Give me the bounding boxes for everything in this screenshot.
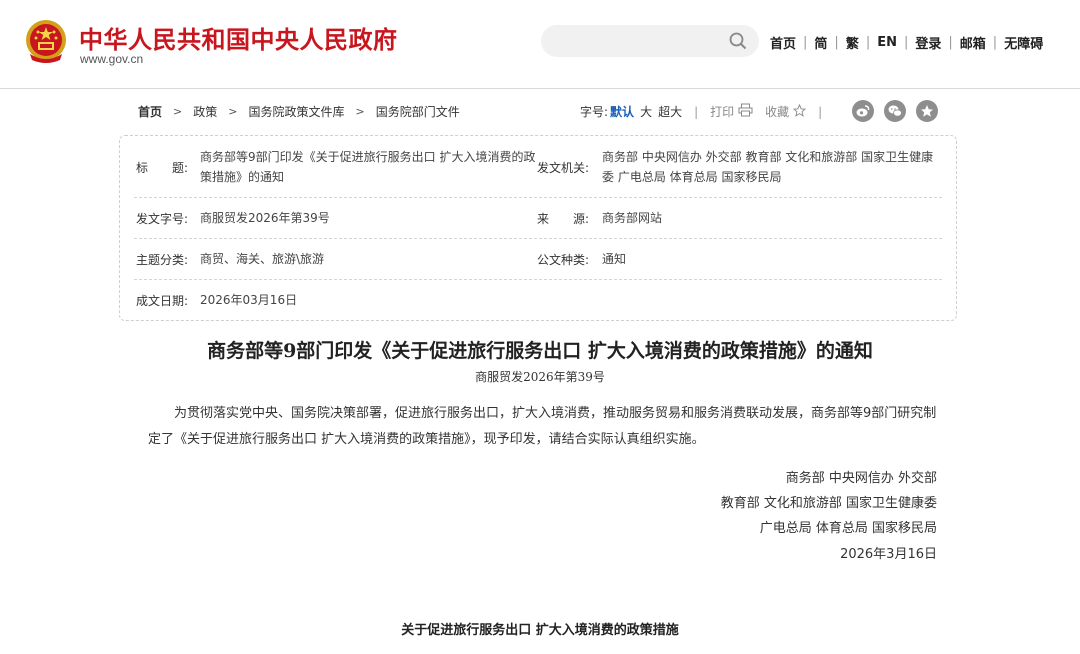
issuer-label: 发文机关:: [537, 161, 590, 175]
breadcrumb-policy[interactable]: 政策: [193, 103, 217, 120]
breadcrumb-policy-library[interactable]: 国务院政策文件库: [248, 103, 344, 120]
favorite-button[interactable]: 收藏: [765, 103, 789, 120]
print-button[interactable]: 打印: [710, 103, 734, 120]
nav-divider: |: [803, 35, 808, 50]
source-label: 来 源:: [537, 212, 590, 226]
nav-login[interactable]: 登录: [915, 33, 941, 52]
tools-divider: |: [818, 104, 823, 119]
font-size-large[interactable]: 大: [640, 103, 652, 120]
nav-traditional[interactable]: 繁: [846, 33, 859, 52]
site-name[interactable]: 中华人民共和国中央人民政府: [79, 20, 398, 55]
nav-mailbox[interactable]: 邮箱: [960, 33, 986, 52]
breadcrumb-home[interactable]: 首页: [138, 103, 162, 120]
breadcrumb: 首页 > 政策 > 国务院政策文件库 > 国务院部门文件: [138, 103, 460, 120]
site-header: 中华人民共和国中央人民政府 www.gov.cn 首页 | 简 | 繁 | EN…: [0, 0, 1080, 89]
printer-icon[interactable]: [738, 103, 753, 120]
wechat-icon[interactable]: [884, 100, 906, 122]
chevron-right-icon: >: [228, 105, 238, 118]
tools-divider: |: [694, 104, 699, 119]
topic-value: 商贸、海关、旅游\旅游: [200, 252, 325, 266]
site-url[interactable]: www.gov.cn: [80, 52, 143, 66]
signer-line: 商务部 中央网信办 外交部: [785, 471, 937, 486]
signer-line: 教育部 文化和旅游部 国家卫生健康委: [720, 496, 937, 511]
title-value: 商务部等9部门印发《关于促进旅行服务出口 扩大入境消费的政策措施》的通知: [200, 150, 536, 184]
top-nav: 首页 | 简 | 繁 | EN | 登录 | 邮箱 | 无障碍: [770, 33, 1043, 52]
nav-divider: |: [865, 35, 871, 50]
chevron-right-icon: >: [355, 105, 365, 118]
article-body: 为贯彻落实党中央、国务院决策部署，促进旅行服务出口，扩大入境消费，推动服务贸易和…: [148, 406, 937, 447]
nav-divider: |: [992, 35, 998, 50]
nav-divider: |: [948, 35, 953, 50]
nav-home[interactable]: 首页: [770, 33, 796, 52]
doc-type-value: 通知: [602, 252, 627, 266]
doc-number-value: 商服贸发2026年第39号: [200, 211, 330, 225]
date-label: 成文日期:: [136, 294, 189, 308]
attachment-title: 关于促进旅行服务出口 扩大入境消费的政策措施: [401, 623, 679, 638]
search-input[interactable]: [541, 25, 759, 57]
font-size-label: 字号:: [580, 105, 609, 119]
topic-label: 主题分类:: [136, 253, 189, 267]
signer-line: 广电总局 体育总局 国家移民局: [759, 521, 937, 536]
star-icon[interactable]: [916, 100, 938, 122]
star-outline-icon[interactable]: [792, 103, 807, 120]
nav-simplified[interactable]: 简: [814, 33, 827, 52]
issuer-value: 商务部 中央网信办 外交部 教育部 文化和旅游部 国家卫生健康委 广电总局 体育…: [602, 150, 934, 184]
nav-accessibility[interactable]: 无障碍: [1004, 33, 1043, 52]
info-row: 标 题: 商务部等9部门印发《关于促进旅行服务出口 扩大入境消费的政策措施》的通…: [134, 136, 942, 198]
font-size-default[interactable]: 默认: [610, 103, 634, 120]
info-row: 发文字号: 商服贸发2026年第39号 来 源: 商务部网站: [134, 198, 942, 239]
doc-type-label: 公文种类:: [537, 253, 590, 267]
document-info-table: 标 题: 商务部等9部门印发《关于促进旅行服务出口 扩大入境消费的政策措施》的通…: [119, 135, 957, 321]
date-value: 2026年03月16日: [200, 293, 298, 307]
search-icon[interactable]: [729, 32, 747, 50]
nav-divider: |: [834, 35, 839, 50]
info-row: 成文日期: 2026年03月16日: [134, 280, 942, 321]
national-emblem-icon[interactable]: [24, 18, 68, 66]
weibo-icon[interactable]: [852, 100, 874, 122]
doc-number-label: 发文字号:: [136, 212, 189, 226]
chevron-right-icon: >: [173, 105, 183, 118]
nav-english[interactable]: EN: [877, 35, 897, 50]
title-label: 标 题:: [136, 161, 189, 175]
article-title: 商务部等9部门印发《关于促进旅行服务出口 扩大入境消费的政策措施》的通知: [207, 340, 873, 362]
nav-divider: |: [903, 35, 909, 50]
article-tools: 字号: 默认 大 超大 | 打印 收藏 |: [580, 103, 834, 120]
source-value: 商务部网站: [602, 211, 663, 225]
font-size-xlarge[interactable]: 超大: [658, 103, 682, 120]
sign-date: 2026年3月16日: [840, 547, 937, 562]
article-doc-number: 商服贸发2026年第39号: [475, 370, 605, 384]
breadcrumb-department-docs[interactable]: 国务院部门文件: [376, 103, 460, 120]
info-row: 主题分类: 商贸、海关、旅游\旅游 公文种类: 通知: [134, 239, 942, 280]
